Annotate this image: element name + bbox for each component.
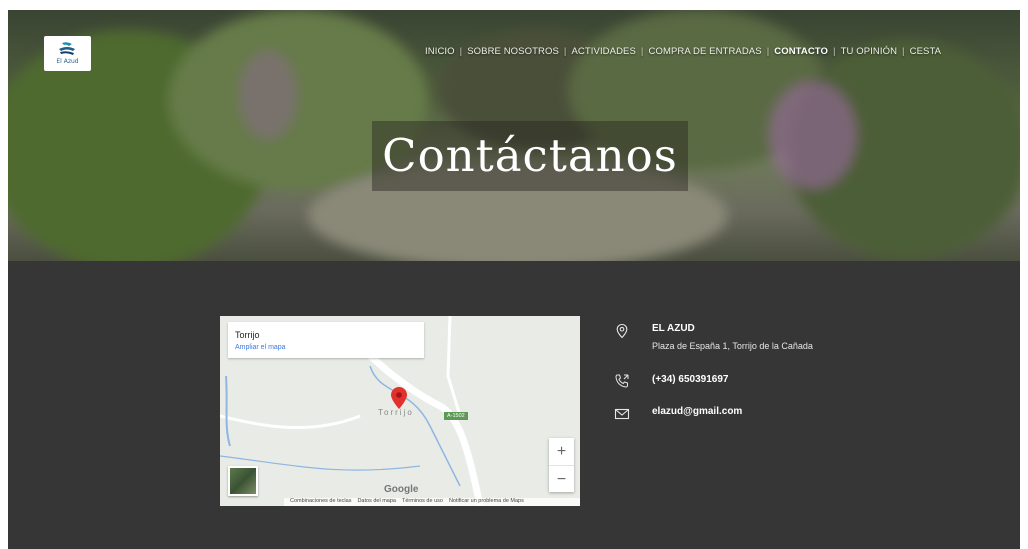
map-footer-report[interactable]: Notificar un problema de Maps bbox=[449, 498, 524, 506]
google-logo: Google bbox=[384, 484, 419, 495]
logo-text: El Azud bbox=[56, 58, 79, 65]
page: El Azud INICIO | SOBRE NOSOTROS | ACTIVIDA… bbox=[8, 10, 1020, 549]
map-place-card: Torrijo Ampliar el mapa bbox=[228, 322, 424, 358]
map-town-label: Torrijo bbox=[378, 408, 414, 417]
hero-banner: El Azud INICIO | SOBRE NOSOTROS | ACTIVIDA… bbox=[8, 10, 1020, 261]
nav-actividades[interactable]: ACTIVIDADES bbox=[566, 46, 640, 57]
zoom-out-button[interactable]: − bbox=[549, 465, 574, 493]
nav-sobre-nosotros[interactable]: SOBRE NOSOTROS bbox=[462, 46, 564, 57]
location-icon bbox=[616, 323, 628, 339]
map-embed[interactable]: Torrijo Ampliar el mapa Torrijo A-1502 G… bbox=[220, 316, 580, 506]
map-footer-shortcuts[interactable]: Combinaciones de teclas bbox=[290, 498, 351, 506]
zoom-in-button[interactable]: + bbox=[549, 438, 574, 465]
contact-section: Torrijo Ampliar el mapa Torrijo A-1502 G… bbox=[8, 261, 1020, 549]
enlarge-map-link[interactable]: Ampliar el mapa bbox=[235, 344, 286, 351]
contact-address: Plaza de España 1, Torrijo de la Cañada bbox=[652, 341, 813, 351]
map-footer-terms[interactable]: Términos de uso bbox=[402, 498, 443, 506]
logo-icon bbox=[59, 42, 75, 55]
nav-cesta[interactable]: CESTA bbox=[905, 46, 946, 57]
map-pin-icon[interactable] bbox=[391, 387, 407, 409]
road-shield: A-1502 bbox=[444, 412, 468, 420]
map-footer: Combinaciones de teclas Datos del mapa T… bbox=[284, 498, 580, 506]
logo[interactable]: El Azud bbox=[44, 36, 91, 71]
contact-name: EL AZUD bbox=[652, 323, 695, 334]
map-place-name: Torrijo bbox=[235, 330, 260, 340]
main-nav: INICIO | SOBRE NOSOTROS | ACTIVIDADES | COM… bbox=[420, 46, 946, 57]
nav-compra-entradas[interactable]: COMPRA DE ENTRADAS bbox=[644, 46, 767, 57]
zoom-control: + − bbox=[549, 438, 574, 492]
nav-contacto[interactable]: CONTACTO bbox=[769, 46, 833, 57]
contact-email[interactable]: elazud@gmail.com bbox=[652, 406, 742, 417]
nav-inicio[interactable]: INICIO bbox=[420, 46, 460, 57]
phone-icon bbox=[615, 374, 629, 388]
satellite-toggle[interactable] bbox=[228, 466, 258, 496]
contact-phone[interactable]: (+34) 650391697 bbox=[652, 374, 728, 385]
nav-tu-opinion[interactable]: TU OPINIÓN bbox=[836, 46, 902, 57]
map-footer-data[interactable]: Datos del mapa bbox=[357, 498, 396, 506]
mail-icon bbox=[614, 408, 630, 420]
page-title: Contáctanos bbox=[382, 129, 678, 182]
contact-info: EL AZUD Plaza de España 1, Torrijo de la… bbox=[614, 261, 914, 461]
